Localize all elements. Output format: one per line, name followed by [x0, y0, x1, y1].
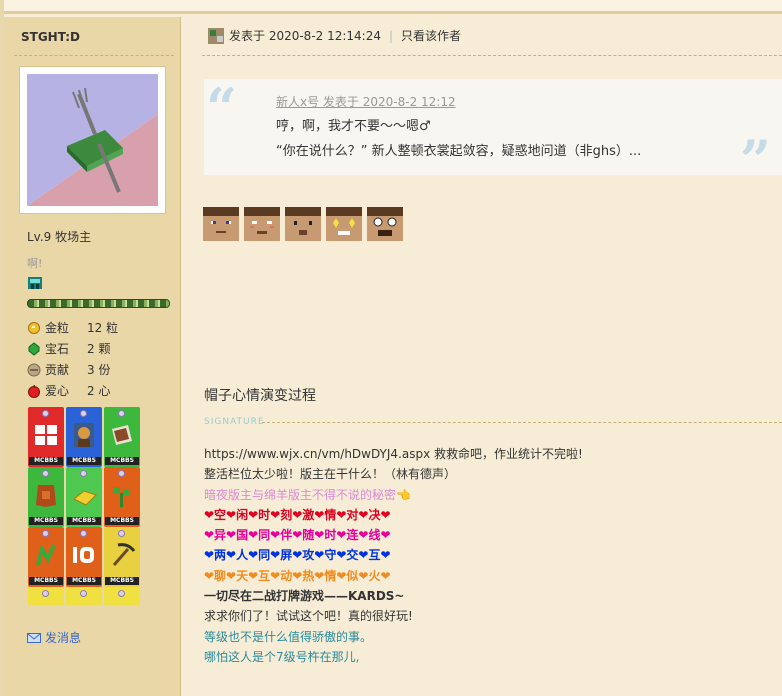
- medal-badge[interactable]: MCBBS: [104, 527, 140, 587]
- user-sidebar: STGHT:D Lv.9 牧场主 啊! 金粒 12 粒 宝石 2 颗 贡献 3 …: [4, 17, 181, 696]
- stat-gold: 金粒 12 粒: [27, 317, 118, 338]
- steve-face-icon: [326, 207, 363, 241]
- book-icon: [112, 425, 132, 445]
- close-quote-icon: ”: [740, 128, 772, 192]
- gold-nugget-icon: [28, 321, 40, 334]
- medal-badge[interactable]: MCBBS: [104, 407, 140, 467]
- send-message-label: 发消息: [45, 631, 82, 645]
- signature-line: ❤聊❤天❤互❤动❤热❤情❤似❤火❤: [204, 568, 391, 583]
- signature-label: SIGNATURE: [204, 417, 265, 427]
- post-author-icon: [208, 27, 224, 44]
- stat-value: 2 颗: [87, 342, 111, 356]
- gold-ingot-icon: [73, 490, 97, 506]
- stat-contribution: 贡献 3 份: [27, 359, 118, 380]
- medal-badge[interactable]: MCBBS: [28, 407, 64, 467]
- top-border: [0, 0, 782, 14]
- username[interactable]: STGHT:D: [21, 30, 80, 44]
- signature-line: ❤两❤人❤同❤屏❤攻❤守❤交❤互❤: [204, 548, 391, 563]
- user-level: Lv.9 牧场主: [27, 230, 92, 244]
- separator: |: [389, 28, 394, 43]
- medal-badge[interactable]: [66, 587, 102, 605]
- stat-label: 爱心: [45, 384, 70, 398]
- post-caption: 帽子心情演变过程: [204, 388, 316, 404]
- signature-line: 求求你们了！试试这个吧！真的很好玩!: [204, 609, 413, 624]
- open-quote-icon: “: [206, 76, 238, 140]
- quote-text-line: “你在说什么？” 新人整顿衣裳起敛容，疑惑地问道（非ghs）...: [276, 144, 642, 159]
- window-icon: [35, 425, 57, 445]
- divider: [14, 55, 174, 56]
- quote-text-line: 哼，啊，我才不要～～嗯♂: [276, 119, 431, 134]
- diamond-helmet-icon: [28, 277, 42, 289]
- only-author-link[interactable]: 只看该作者: [401, 27, 461, 44]
- steve-face-icon: [244, 207, 281, 241]
- apple-icon: [28, 384, 40, 398]
- avatar[interactable]: [20, 67, 165, 213]
- signature-link[interactable]: https://www.wjx.cn/vm/hDwDYJ4.aspx 救救命吧，…: [204, 444, 583, 464]
- leather-icon: [36, 485, 56, 507]
- emerald-icon: [28, 341, 40, 356]
- experience-bar: [27, 299, 170, 308]
- quote-meta-link[interactable]: 新人x号 发表于 2020-8-2 12:12: [276, 93, 456, 110]
- medal-badge[interactable]: [104, 587, 140, 605]
- medal-wall: MCBBS MCBBS MCBBS MCBBS MCBBS MCBBS MCBB…: [28, 407, 142, 605]
- medal-badge[interactable]: [28, 587, 64, 605]
- stat-emerald: 宝石 2 颗: [27, 338, 118, 359]
- vine-icon: [36, 543, 56, 566]
- medal-badge[interactable]: MCBBS: [66, 467, 102, 527]
- post-content: 发表于 2020-8-2 12:14:24 | 只看该作者 “ 新人x号 发表于…: [182, 17, 782, 696]
- ten-year-icon: [73, 547, 94, 563]
- contribution-icon: [27, 363, 41, 376]
- post-timestamp: 发表于 2020-8-2 12:14:24: [229, 29, 381, 43]
- steve-face-icon: [285, 207, 322, 241]
- medal-badge[interactable]: MCBBS: [28, 527, 64, 587]
- medal-badge[interactable]: MCBBS: [104, 467, 140, 527]
- stat-label: 贡献: [45, 363, 70, 377]
- forum-post-page: STGHT:D Lv.9 牧场主 啊! 金粒 12 粒 宝石 2 颗 贡献 3 …: [0, 0, 782, 696]
- divider: [202, 55, 782, 56]
- signature-line: 哪怕这人是个7级号杵在那儿,: [204, 649, 360, 664]
- medal-badge[interactable]: MCBBS: [66, 407, 102, 467]
- stat-value: 12 粒: [87, 321, 119, 335]
- signature-line: 一切尽在二战打牌游戏——KARDS~: [204, 589, 405, 604]
- sapling-icon: [114, 487, 129, 507]
- stat-label: 金粒: [45, 321, 70, 335]
- pickaxe-icon: [112, 543, 136, 566]
- signature-line: 等级也不是什么值得骄傲的事。: [204, 629, 373, 644]
- send-message-link[interactable]: 发消息: [27, 629, 81, 646]
- steve-face-icon: [203, 207, 239, 241]
- signature-line: ❤异❤国❤同❤伴❤随❤时❤连❤线❤: [204, 528, 391, 543]
- post-header: 发表于 2020-8-2 12:14:24 | 只看该作者: [208, 27, 461, 44]
- emoji-faces: [203, 207, 404, 246]
- envelope-icon: [27, 632, 41, 643]
- steve-face-icon: [367, 207, 404, 241]
- portrait-icon: [74, 423, 94, 447]
- stat-value: 2 心: [87, 384, 111, 398]
- avatar-image: [27, 74, 158, 206]
- medal-badge[interactable]: MCBBS: [28, 467, 64, 527]
- user-stats: 金粒 12 粒 宝石 2 颗 贡献 3 份 爱心 2 心: [27, 317, 118, 401]
- signature-line: ❤空❤闲❤时❤刻❤激❤情❤对❤决❤: [204, 507, 391, 522]
- stat-value: 3 份: [87, 363, 111, 377]
- user-motto: 啊!: [27, 257, 43, 270]
- stat-love: 爱心 2 心: [27, 380, 118, 401]
- signature-block: https://www.wjx.cn/vm/hDwDYJ4.aspx 救救命吧，…: [204, 444, 583, 667]
- signature-link[interactable]: 暗夜版主与绵羊版主不得不说的秘密👈: [204, 485, 583, 505]
- divider: [262, 422, 782, 423]
- stat-label: 宝石: [45, 342, 70, 356]
- signature-line: 整活栏位太少啦！版主在干什么！（林有德声）: [204, 467, 457, 482]
- quote-block: “ 新人x号 发表于 2020-8-2 12:12 哼，啊，我才不要～～嗯♂ “…: [204, 76, 782, 187]
- medal-badge[interactable]: MCBBS: [66, 527, 102, 587]
